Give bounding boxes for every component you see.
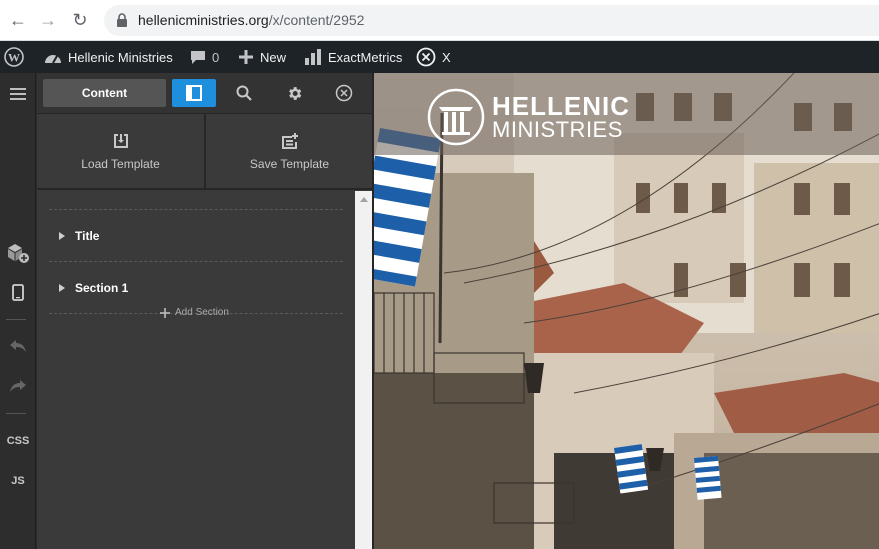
comment-icon bbox=[191, 50, 205, 64]
logo-line-2: MINISTRIES bbox=[492, 117, 623, 142]
panel-toolbar: Content bbox=[37, 73, 372, 114]
url-domain: hellenicministries.org bbox=[138, 12, 269, 28]
download-icon bbox=[113, 134, 128, 148]
plus-icon bbox=[239, 50, 253, 64]
load-template-label: Load Template bbox=[81, 157, 160, 171]
wp-admin-bar: W Hellenic Ministries 0 New ExactMetrics bbox=[0, 41, 879, 73]
browser-chrome: ← → ↻ hellenicministries.org/x/content/2… bbox=[0, 0, 879, 41]
tab-content[interactable]: Content bbox=[43, 79, 166, 107]
scroll-up-arrow-icon[interactable] bbox=[360, 197, 368, 202]
plus-icon bbox=[160, 307, 170, 318]
x-builder-link[interactable]: X bbox=[416, 41, 451, 73]
strip-divider bbox=[6, 413, 26, 414]
template-actions: Load Template Save Template bbox=[37, 114, 372, 190]
outline-divider bbox=[49, 261, 343, 262]
add-section-label: Add Section bbox=[175, 307, 229, 318]
strip-divider bbox=[6, 319, 26, 320]
content-outline: Title Section 1 Add Section bbox=[37, 191, 355, 549]
css-label: CSS bbox=[6, 435, 30, 447]
outline-scrollbar[interactable] bbox=[355, 191, 372, 549]
outline-item-label: Section 1 bbox=[75, 281, 129, 295]
add-section-button[interactable]: Add Section bbox=[160, 307, 229, 318]
close-button[interactable] bbox=[322, 79, 366, 107]
dashboard-icon bbox=[45, 55, 61, 64]
outline-item-section-1[interactable]: Section 1 bbox=[59, 281, 128, 295]
site-name: Hellenic Ministries bbox=[68, 49, 173, 65]
exactmetrics-link[interactable]: ExactMetrics bbox=[304, 41, 402, 73]
exactmetrics-label: ExactMetrics bbox=[328, 49, 403, 65]
load-template-button[interactable]: Load Template bbox=[37, 114, 204, 190]
lock-icon bbox=[117, 13, 127, 27]
undo-icon[interactable] bbox=[0, 335, 36, 357]
menu-icon[interactable] bbox=[0, 83, 36, 105]
site-name-link[interactable]: Hellenic Ministries bbox=[44, 41, 173, 73]
address-bar[interactable]: hellenicministries.org/x/content/2952 bbox=[104, 5, 879, 36]
new-content-link[interactable]: New bbox=[238, 41, 286, 73]
tab-content-label: Content bbox=[81, 86, 128, 100]
js-label: JS bbox=[11, 475, 25, 487]
outline-item-title[interactable]: Title bbox=[59, 229, 99, 243]
save-file-icon bbox=[281, 133, 298, 149]
site-logo[interactable]: HELLENIC MINISTRIES bbox=[426, 87, 630, 147]
column-logo-icon bbox=[427, 88, 485, 146]
x-label: X bbox=[442, 49, 451, 65]
search-icon bbox=[236, 85, 252, 101]
x-circle-icon bbox=[416, 47, 436, 67]
settings-button[interactable] bbox=[272, 79, 316, 107]
save-template-label: Save Template bbox=[249, 157, 330, 171]
save-template-button[interactable]: Save Template bbox=[206, 114, 373, 190]
comments-count: 0 bbox=[212, 49, 220, 65]
url-text: hellenicministries.org/x/content/2952 bbox=[138, 12, 364, 28]
outline-divider bbox=[49, 209, 343, 210]
reload-icon[interactable]: ↻ bbox=[70, 10, 90, 30]
redo-icon[interactable] bbox=[0, 375, 36, 397]
forward-icon[interactable]: → bbox=[38, 10, 58, 30]
gear-icon bbox=[288, 86, 301, 100]
search-button[interactable] bbox=[222, 79, 266, 107]
builder-left-strip: CSS JS bbox=[0, 73, 36, 549]
logo-line-1: HELLENIC bbox=[492, 91, 630, 121]
url-path: /x/content/2952 bbox=[268, 12, 365, 28]
expand-arrow-icon[interactable] bbox=[59, 284, 65, 292]
add-element-icon[interactable] bbox=[0, 241, 36, 265]
css-button[interactable]: CSS bbox=[0, 431, 36, 451]
mobile-preview-icon[interactable] bbox=[0, 281, 36, 303]
builder-panel: Content Load Template Save Template Titl… bbox=[37, 73, 372, 549]
expand-arrow-icon[interactable] bbox=[59, 232, 65, 240]
close-circle-icon bbox=[335, 84, 353, 102]
site-preview[interactable]: HELLENIC MINISTRIES bbox=[372, 73, 879, 549]
outline-item-label: Title bbox=[75, 229, 100, 243]
wordpress-icon: W bbox=[4, 47, 24, 67]
svg-text:W: W bbox=[8, 51, 20, 65]
bar-chart-icon bbox=[305, 49, 321, 65]
wordpress-logo[interactable]: W bbox=[4, 41, 24, 73]
js-button[interactable]: JS bbox=[0, 471, 36, 491]
back-icon[interactable]: ← bbox=[8, 10, 28, 30]
sidebar-layout-icon bbox=[186, 85, 202, 101]
new-label: New bbox=[260, 49, 287, 65]
layout-toggle-button[interactable] bbox=[172, 79, 216, 107]
comments-link[interactable]: 0 bbox=[190, 41, 219, 73]
